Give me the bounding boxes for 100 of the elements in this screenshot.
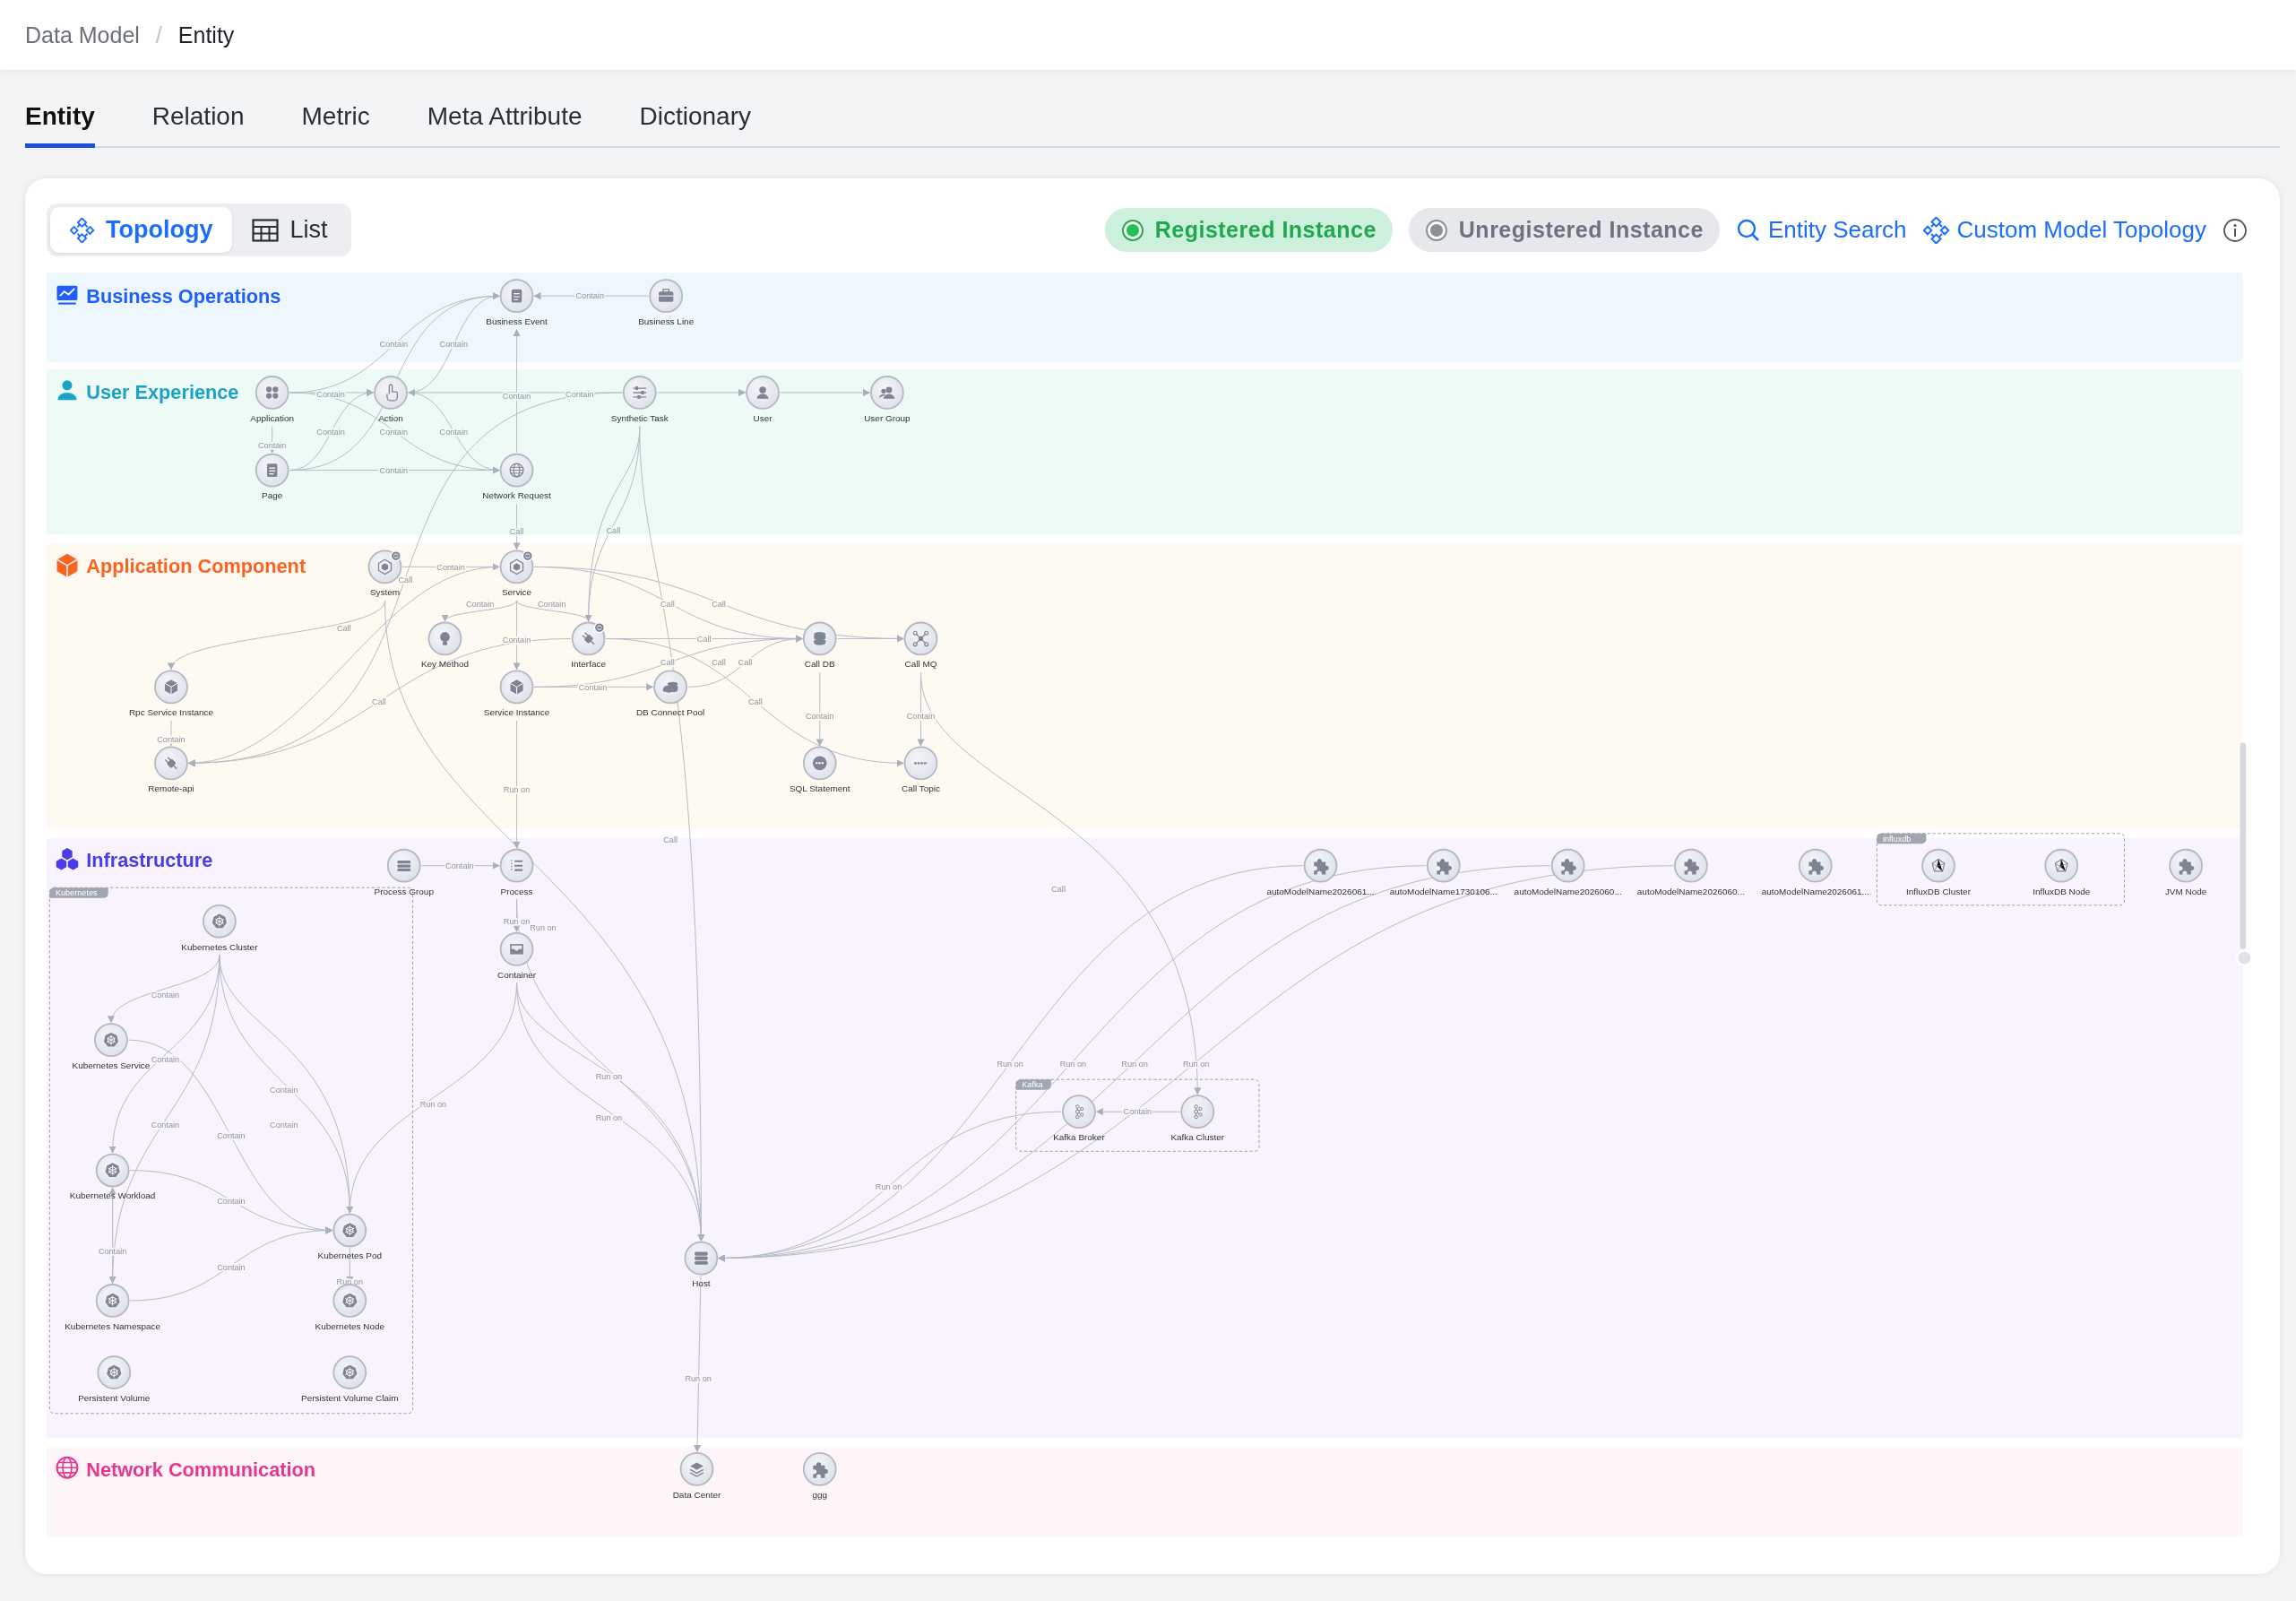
entity-node[interactable] xyxy=(1062,1095,1096,1129)
edge-label: Contain xyxy=(270,1121,298,1130)
tab[interactable]: Entity xyxy=(25,102,95,148)
edge-label: Run on xyxy=(595,1113,623,1122)
table-icon xyxy=(252,218,280,242)
edge-label: Run on xyxy=(336,1277,363,1286)
node-label: Data Center xyxy=(672,1489,721,1500)
scrollbar[interactable] xyxy=(2240,742,2247,949)
entity-node[interactable] xyxy=(1180,1095,1215,1129)
entity-node[interactable] xyxy=(653,670,687,705)
edge-label: Contain xyxy=(806,712,834,722)
entity-node[interactable] xyxy=(622,376,657,410)
node-label: Kafka Broker xyxy=(1053,1132,1105,1143)
toolbar-link[interactable]: Entity Search xyxy=(1735,216,1907,244)
breadcrumb-item[interactable]: Data Model xyxy=(25,22,140,48)
entity-node[interactable] xyxy=(679,1451,714,1486)
edge-label: Run on xyxy=(419,1100,447,1110)
entity-node[interactable] xyxy=(386,848,421,883)
entity-node[interactable] xyxy=(1921,848,1955,883)
entity-node[interactable] xyxy=(499,550,534,584)
entity-node[interactable] xyxy=(255,376,289,410)
node-label: Container xyxy=(496,969,537,980)
node-label: Persistent Volume xyxy=(78,1392,151,1403)
entity-node[interactable] xyxy=(154,746,188,781)
toolbar-link[interactable]: Custom Model Topology xyxy=(1922,216,2206,244)
entity-node[interactable] xyxy=(94,1023,128,1057)
entity-node[interactable] xyxy=(499,670,534,705)
entity-node[interactable] xyxy=(684,1241,719,1276)
edge-label: Call xyxy=(606,525,621,535)
entity-node[interactable] xyxy=(95,1284,130,1318)
view-option[interactable]: List xyxy=(232,207,348,253)
node-label: Page xyxy=(262,490,283,501)
entity-node[interactable] xyxy=(332,1213,367,1248)
edge-label: Call xyxy=(738,657,753,667)
entity-node[interactable] xyxy=(1303,848,1338,883)
entity-node[interactable] xyxy=(870,376,904,410)
edge-label: Call xyxy=(660,657,675,667)
edge-label: Contain xyxy=(466,599,495,609)
edge-label: Contain xyxy=(445,861,474,870)
edge-label: Run on xyxy=(503,917,531,927)
entity-node[interactable] xyxy=(1550,848,1585,883)
entity-node[interactable] xyxy=(746,376,780,410)
group-tag: Kafka xyxy=(1015,1079,1051,1090)
node-label: Service Instance xyxy=(483,707,550,718)
node-label: Service xyxy=(501,587,532,598)
scroll-handle[interactable] xyxy=(2236,949,2253,967)
entity-node[interactable] xyxy=(571,621,606,656)
entity-node[interactable] xyxy=(95,1153,130,1188)
tab[interactable]: Meta Attribute xyxy=(427,102,583,148)
entity-node[interactable] xyxy=(2169,848,2203,883)
edge-label: Call xyxy=(336,624,351,634)
lane-title: Business Operations xyxy=(86,285,281,308)
entity-node[interactable] xyxy=(802,621,837,656)
entity-node[interactable] xyxy=(2044,848,2079,883)
search-icon xyxy=(1735,217,1761,243)
node-label: Interface xyxy=(571,659,606,670)
group-tag: Kubernetes xyxy=(49,887,108,898)
entity-node[interactable] xyxy=(255,453,289,488)
entity-node[interactable] xyxy=(332,1284,367,1318)
edge-label: Contain xyxy=(379,340,409,350)
node-label: autoModelName2026061... xyxy=(1761,886,1869,896)
entity-node[interactable] xyxy=(802,746,837,781)
node-label: Business Line xyxy=(638,316,695,326)
view-option[interactable]: Topology xyxy=(50,207,233,253)
node-label: Call Topic xyxy=(902,783,940,794)
entity-node[interactable] xyxy=(97,1355,132,1389)
entity-node[interactable] xyxy=(1426,848,1461,883)
globe-icon xyxy=(56,1456,79,1479)
entity-node[interactable] xyxy=(332,1355,367,1389)
node-label: autoModelName2026061... xyxy=(1266,886,1375,896)
entity-node[interactable] xyxy=(499,931,534,966)
entity-node[interactable] xyxy=(903,621,938,656)
instance-filter[interactable]: Unregistered Instance xyxy=(1408,208,1720,252)
entity-node[interactable] xyxy=(802,1451,837,1486)
entity-node[interactable] xyxy=(374,376,408,410)
entity-node[interactable] xyxy=(1798,848,1833,883)
edge-label: Contain xyxy=(98,1246,127,1256)
entity-node[interactable] xyxy=(203,904,237,939)
edge-label: Call xyxy=(398,575,413,585)
entity-node[interactable] xyxy=(903,746,938,781)
node-label: Remote-api xyxy=(148,783,194,794)
node-label: Process xyxy=(500,886,533,896)
node-label: InfluxDB Cluster xyxy=(1906,886,1971,896)
edge-label: Contain xyxy=(151,990,180,1000)
tab[interactable]: Relation xyxy=(151,102,245,148)
entity-node[interactable] xyxy=(499,453,534,488)
info-icon[interactable] xyxy=(2223,217,2248,243)
entity-node[interactable] xyxy=(427,621,462,656)
entity-node[interactable] xyxy=(499,848,534,883)
entity-node[interactable] xyxy=(154,670,188,705)
tab[interactable]: Metric xyxy=(301,102,370,148)
edge-label: Call xyxy=(663,835,678,844)
edge-label: Run on xyxy=(530,922,557,932)
entity-node[interactable] xyxy=(499,279,534,313)
entity-node[interactable] xyxy=(649,279,684,313)
topology-icon xyxy=(70,217,95,243)
tab[interactable]: Dictionary xyxy=(639,102,751,148)
entity-node[interactable] xyxy=(1674,848,1708,883)
topology-icon xyxy=(1922,216,1950,244)
edge-label: Run on xyxy=(1182,1059,1210,1069)
